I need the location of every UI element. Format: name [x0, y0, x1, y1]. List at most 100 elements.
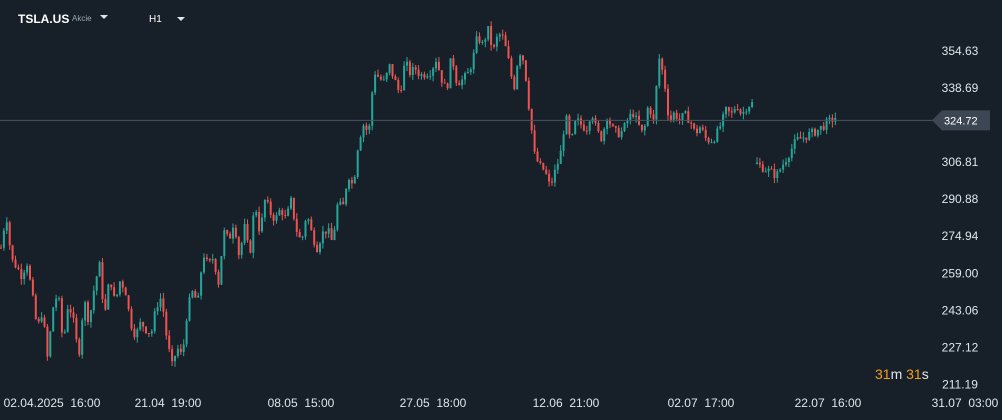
candle-body — [620, 131, 623, 138]
candle-body — [0, 247, 2, 249]
candle-body — [411, 67, 414, 76]
candle-body — [600, 131, 603, 142]
candle-body — [101, 262, 104, 300]
candle-body — [556, 163, 559, 170]
candle-body — [469, 69, 472, 73]
candle-body — [432, 68, 435, 76]
candle-body — [127, 295, 130, 310]
candle-body — [751, 101, 754, 108]
candle-body — [278, 210, 281, 216]
candle-body — [179, 348, 182, 353]
candle-body — [37, 318, 40, 322]
candle-body — [539, 161, 542, 164]
candle-body — [516, 66, 519, 90]
candle-body — [330, 228, 333, 240]
candle-body — [745, 111, 748, 113]
candle-body — [519, 55, 522, 67]
y-tick-label: 243.06 — [942, 303, 979, 317]
candle-body — [652, 114, 655, 120]
candle-body — [84, 302, 87, 321]
candle-body — [139, 321, 142, 330]
candle-body — [246, 223, 249, 241]
candle-body — [635, 115, 638, 118]
candle-body — [466, 72, 469, 74]
candle-body — [23, 272, 26, 280]
candle-body — [796, 137, 799, 140]
candle-body — [255, 211, 258, 216]
candle-body — [828, 117, 831, 120]
candle-body — [336, 204, 339, 230]
x-tick-label: 31.07 03:00 — [932, 396, 999, 410]
timeframe-dropdown-icon[interactable] — [177, 17, 185, 21]
candle-body — [495, 36, 498, 47]
instrument-type-label: Akcie — [72, 14, 92, 23]
candle-body — [458, 83, 461, 86]
y-tick-label: 338.69 — [942, 81, 979, 95]
candle-body — [716, 128, 719, 142]
candle-body — [617, 127, 620, 138]
y-tick-label: 290.88 — [942, 192, 979, 206]
candle-body — [249, 240, 252, 253]
candle-body — [98, 262, 101, 277]
candle-body — [220, 256, 223, 285]
y-tick-label: 211.19 — [942, 378, 978, 392]
candle-body — [522, 55, 524, 61]
candle-body — [2, 230, 5, 248]
candle-body — [49, 331, 52, 357]
candle-body — [34, 295, 37, 319]
candle-body — [472, 52, 475, 70]
candle-body — [597, 122, 600, 132]
candle-body — [819, 125, 822, 130]
candle-body — [342, 201, 345, 205]
candle-body — [229, 233, 232, 239]
price-chart[interactable]: 354.63 338.69 306.81 290.88 274.94 259.00 243.… — [0, 0, 1002, 420]
candle-body — [176, 348, 179, 356]
candle-body — [681, 113, 684, 120]
candle-body — [501, 34, 504, 36]
candle-body — [234, 227, 237, 238]
candle-body — [391, 64, 394, 77]
candle-body — [121, 281, 124, 288]
candle-body — [782, 164, 785, 170]
candle-body — [559, 150, 562, 164]
candle-body — [78, 339, 81, 355]
symbol-dropdown-icon[interactable] — [100, 15, 108, 19]
candle-body — [403, 65, 406, 91]
current-price-label-group: 324.72 — [932, 110, 990, 131]
candle-body — [493, 44, 495, 47]
candle-body — [678, 118, 681, 120]
candle-body — [667, 88, 669, 116]
candle-body — [629, 113, 632, 121]
symbol-selector[interactable]: TSLA.US — [18, 12, 69, 26]
candle-body — [58, 298, 60, 300]
candle-body — [301, 236, 304, 238]
candle-body — [435, 61, 437, 69]
candle-body — [113, 287, 116, 296]
candle-body — [533, 130, 536, 152]
candle-body — [211, 259, 214, 261]
timeframe-selector[interactable]: H1 — [149, 14, 162, 25]
candle-body — [446, 83, 449, 89]
candle-body — [406, 61, 408, 66]
candle-body — [307, 219, 310, 222]
candle-body — [174, 355, 176, 362]
candle-body — [295, 218, 298, 232]
candle-body — [269, 201, 272, 215]
candle-body — [208, 259, 211, 261]
candle-body — [284, 215, 287, 217]
y-axis: 354.63 338.69 306.81 290.88 274.94 259.00 243.… — [942, 44, 979, 392]
candle-body — [20, 269, 23, 280]
candle-body — [504, 35, 507, 47]
candle-body — [687, 111, 690, 123]
candle-body — [168, 335, 171, 349]
candle-body — [733, 109, 736, 113]
candle-body — [701, 127, 704, 130]
candle-body — [46, 326, 49, 357]
candle-body — [437, 61, 440, 71]
x-tick-label: 22.07 16:00 — [795, 396, 862, 410]
candle-body — [464, 73, 466, 80]
candle-body — [60, 298, 63, 333]
candle-body — [171, 348, 174, 362]
x-tick-label: 21.04 19:00 — [135, 396, 202, 410]
candle-body — [725, 107, 727, 115]
